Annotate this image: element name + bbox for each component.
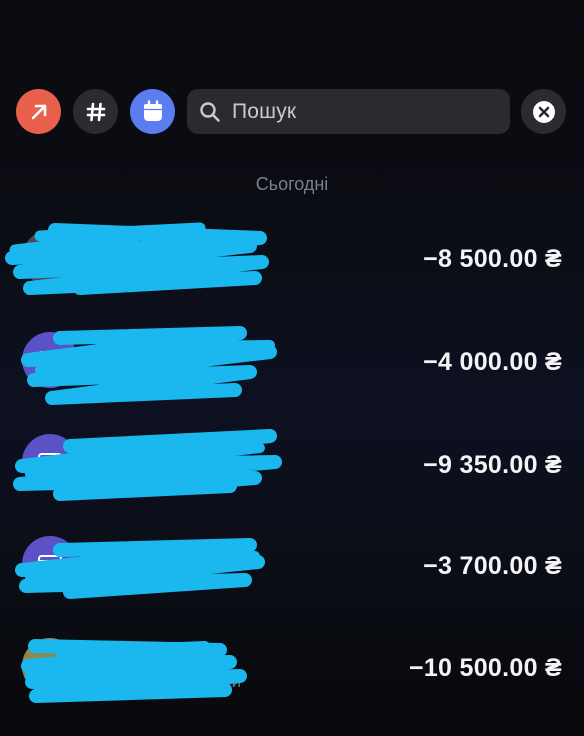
screen: Пошук Сьогодні з картки −8 500.00 ₴ КУ −…: [0, 0, 584, 736]
card-icon: [38, 351, 62, 369]
transaction-amount: −4 000.00 ₴: [423, 348, 562, 376]
transaction-row[interactable]: картки −9 350.00 ₴: [0, 412, 584, 512]
search-field[interactable]: Пошук: [187, 89, 510, 134]
transaction-amount: −9 350.00 ₴: [423, 451, 562, 479]
avatar: [22, 638, 78, 694]
avatar: [22, 230, 78, 286]
clear-search-button[interactable]: [521, 89, 566, 134]
hashtag-icon: [86, 102, 105, 121]
avatar: [22, 332, 78, 388]
avatar: [22, 536, 78, 592]
date-filter-button[interactable]: [130, 89, 175, 134]
transaction-subtitle: картки: [190, 468, 242, 487]
section-header-today: Сьогодні: [255, 174, 329, 194]
calendar-icon: [143, 99, 162, 121]
avatar: [22, 434, 78, 490]
transaction-title: КУ: [104, 338, 128, 359]
card-icon: [38, 555, 62, 573]
arrow-up-right-icon: [31, 104, 46, 119]
transaction-amount: −8 500.00 ₴: [423, 245, 562, 273]
transaction-subtitle: картки: [190, 672, 242, 691]
transaction-subtitle: з картки: [165, 262, 229, 281]
search-icon: [199, 101, 221, 123]
transaction-row[interactable]: картки −3 700.00 ₴: [0, 514, 584, 614]
transaction-row[interactable]: з картки −8 500.00 ₴: [0, 208, 584, 308]
transaction-row[interactable]: картки −10 500.00 ₴: [0, 616, 584, 716]
search-input[interactable]: Пошук: [232, 100, 296, 124]
transaction-row[interactable]: КУ −4 000.00 ₴: [0, 310, 584, 410]
filter-toolbar: Пошук: [16, 89, 568, 135]
transaction-amount: −10 500.00 ₴: [408, 654, 562, 682]
category-filter-button[interactable]: [73, 89, 118, 134]
transaction-subtitle: картки: [190, 570, 242, 589]
close-icon: [532, 100, 555, 123]
expenses-filter-button[interactable]: [16, 89, 61, 134]
card-icon: [38, 453, 62, 471]
transaction-amount: −3 700.00 ₴: [423, 552, 562, 580]
